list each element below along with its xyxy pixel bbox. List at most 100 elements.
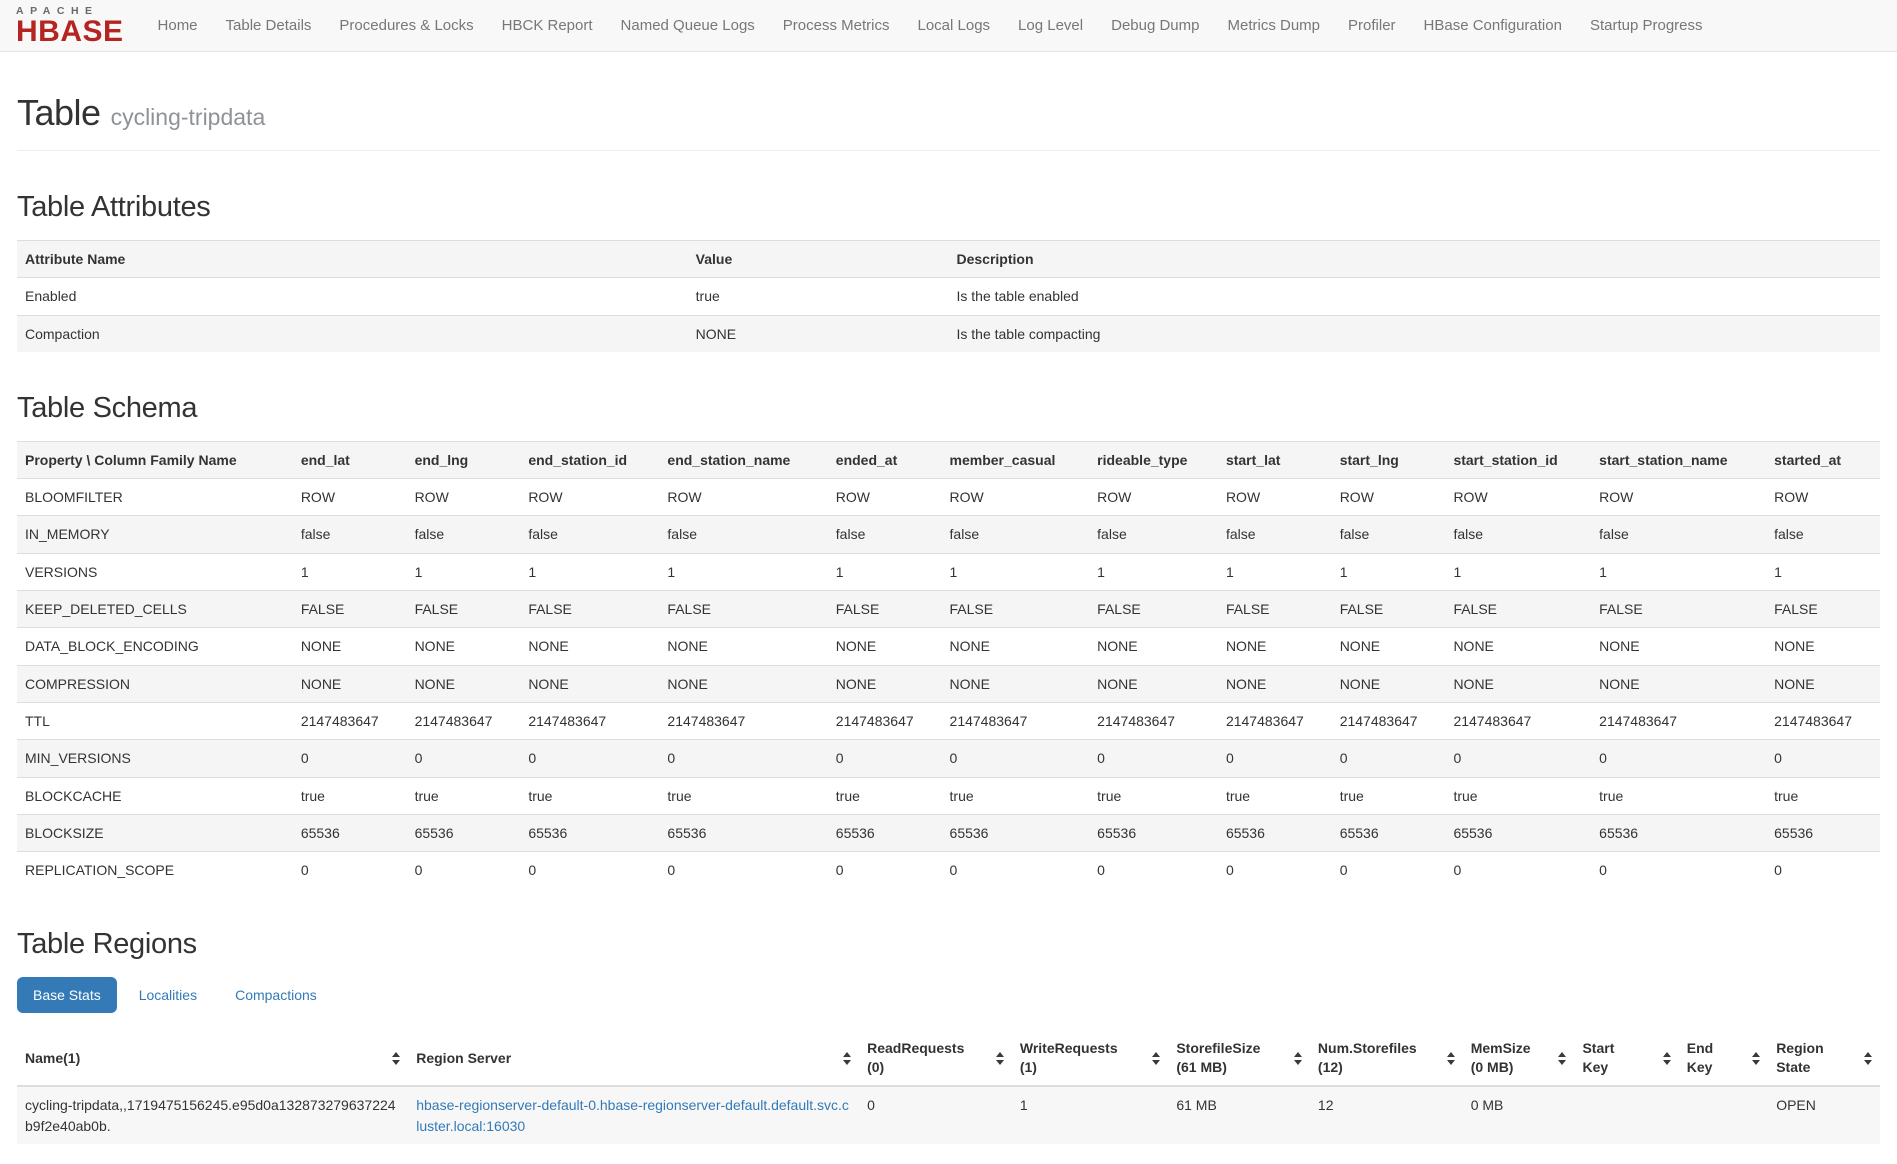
sort-icon[interactable] [996,1052,1004,1065]
region-read-requests-cell: 0 [859,1086,1012,1144]
nav-item-log-level[interactable]: Log Level [1004,0,1097,51]
schema-row-versions: VERSIONS111111111111 [17,553,1880,590]
column-header-content: StorefileSize(61 MB) [1176,1039,1302,1077]
column-header-content: StartKey [1582,1039,1670,1077]
schema-property-cell: BLOCKSIZE [17,814,293,851]
table-cell: 0 [520,740,659,777]
table-cell: 65536 [1591,814,1766,851]
nav-item-home[interactable]: Home [144,0,212,51]
sort-down-arrow [1152,1060,1160,1065]
sort-icon[interactable] [1294,1052,1302,1065]
nav-item-process-metrics[interactable]: Process Metrics [769,0,904,51]
nav-item-profiler[interactable]: Profiler [1334,0,1410,51]
sort-up-arrow [1663,1052,1671,1057]
nav-item-hbase-configuration[interactable]: HBase Configuration [1410,0,1576,51]
schema-header-row: Property \ Column Family Nameend_latend_… [17,441,1880,478]
nav-item-metrics-dump[interactable]: Metrics Dump [1214,0,1335,51]
table-cell: 0 [293,852,407,889]
table-cell: NONE [1089,628,1218,665]
table-cell: 0 [1445,852,1591,889]
column-header-region-state[interactable]: RegionState [1768,1031,1880,1086]
table-cell: 2147483647 [828,702,942,739]
table-cell: true [1445,777,1591,814]
tab-base-stats[interactable]: Base Stats [17,977,117,1013]
nav-item-debug-dump[interactable]: Debug Dump [1097,0,1213,51]
column-header-end-lng: end_lng [407,441,521,478]
table-cell: 65536 [520,814,659,851]
table-cell: false [1766,516,1880,553]
table-cell: ROW [942,479,1090,516]
column-header-storefilesize-61-mb[interactable]: StorefileSize(61 MB) [1168,1031,1310,1086]
sort-icon[interactable] [1864,1052,1872,1065]
schema-row-min-versions: MIN_VERSIONS000000000000 [17,740,1880,777]
schema-property-cell: KEEP_DELETED_CELLS [17,591,293,628]
table-cell: FALSE [1445,591,1591,628]
column-header-num-storefiles-12[interactable]: Num.Storefiles(12) [1310,1031,1463,1086]
sort-icon[interactable] [1447,1052,1455,1065]
sort-icon[interactable] [1752,1052,1760,1065]
hbase-logo[interactable]: APACHE HBASE [16,0,124,51]
nav-item-local-logs[interactable]: Local Logs [903,0,1004,51]
sort-icon[interactable] [392,1052,400,1065]
column-header-member-casual: member_casual [942,441,1090,478]
table-cell: false [1332,516,1446,553]
region-write-requests-cell: 1 [1012,1086,1168,1144]
table-cell: false [942,516,1090,553]
table-cell: ROW [1089,479,1218,516]
table-cell: 0 [1332,852,1446,889]
column-header-label: RegionState [1776,1039,1823,1077]
table-cell: 2147483647 [293,702,407,739]
table-cell: FALSE [1591,591,1766,628]
table-cell: FALSE [1089,591,1218,628]
table-cell: NONE [520,665,659,702]
column-header-end-key[interactable]: EndKey [1679,1031,1768,1086]
schema-property-cell: DATA_BLOCK_ENCODING [17,628,293,665]
column-header-name-1[interactable]: Name(1) [17,1031,408,1086]
schema-row-bloomfilter: BLOOMFILTERROWROWROWROWROWROWROWROWROWRO… [17,479,1880,516]
column-header-region-server[interactable]: Region Server [408,1031,859,1086]
column-header-content: ReadRequests(0) [867,1039,1004,1077]
sort-icon[interactable] [1152,1052,1160,1065]
region-num-storefiles-cell: 12 [1310,1086,1463,1144]
table-cell: 0 [1445,740,1591,777]
nav-item-procedures-locks[interactable]: Procedures & Locks [325,0,487,51]
attributes-table-body: Attribute NameValueDescriptionEnabledtru… [17,241,1880,352]
nav-item-named-queue-logs[interactable]: Named Queue Logs [607,0,769,51]
table-cell: ROW [1766,479,1880,516]
column-header-readrequests-0[interactable]: ReadRequests(0) [859,1031,1012,1086]
sort-icon[interactable] [1663,1052,1671,1065]
region-server-cell: hbase-regionserver-default-0.hbase-regio… [408,1086,859,1144]
nav-item-startup-progress[interactable]: Startup Progress [1576,0,1717,51]
table-cell: 1 [1766,553,1880,590]
table-cell: ROW [1218,479,1332,516]
table-cell: 65536 [1089,814,1218,851]
table-cell: 2147483647 [659,702,827,739]
sort-down-arrow [1864,1060,1872,1065]
sort-down-arrow [996,1060,1004,1065]
sort-icon[interactable] [1558,1052,1566,1065]
schema-property-cell: MIN_VERSIONS [17,740,293,777]
column-header-writerequests-1[interactable]: WriteRequests(1) [1012,1031,1168,1086]
sort-icon[interactable] [843,1052,851,1065]
sort-up-arrow [1752,1052,1760,1057]
column-header-memsize-0-mb[interactable]: MemSize(0 MB) [1463,1031,1575,1086]
nav-item-hbck-report[interactable]: HBCK Report [488,0,607,51]
table-cell: FALSE [659,591,827,628]
table-cell: FALSE [1218,591,1332,628]
region-server-link[interactable]: hbase-regionserver-default-0.hbase-regio… [416,1097,849,1133]
table-cell: 0 [659,740,827,777]
table-cell: 1 [1218,553,1332,590]
table-cell: 0 [1591,740,1766,777]
tab-localities[interactable]: Localities [123,977,213,1013]
table-cell: Is the table compacting [948,315,1880,352]
tab-compactions[interactable]: Compactions [219,977,333,1013]
schema-property-cell: TTL [17,702,293,739]
table-cell: 2147483647 [1766,702,1880,739]
column-header-start-key[interactable]: StartKey [1574,1031,1678,1086]
nav-item-table-details[interactable]: Table Details [212,0,326,51]
table-cell: NONE [828,665,942,702]
table-cell: 0 [1218,852,1332,889]
table-cell: 65536 [1218,814,1332,851]
logo-hbase-text: HBASE [16,18,124,45]
table-cell: true [1089,777,1218,814]
